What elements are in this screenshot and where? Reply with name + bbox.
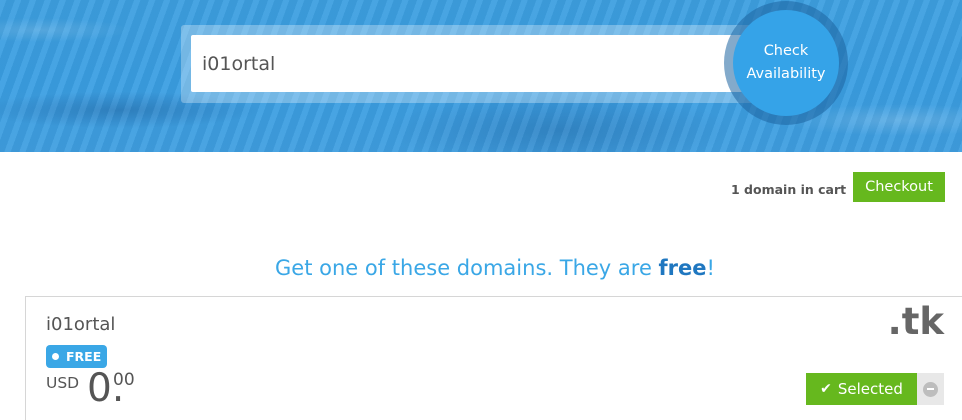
check-availability-label: Check Availability xyxy=(746,40,825,86)
result-tld: .tk xyxy=(887,300,944,343)
checkout-button[interactable]: Checkout xyxy=(853,172,945,202)
result-domain-name: i01ortal xyxy=(46,314,116,335)
free-badge-label: FREE xyxy=(66,349,102,364)
free-domains-headline: Get one of these domains. They are free! xyxy=(0,256,962,280)
check-label-line1: Check xyxy=(763,43,809,59)
headline-free-word: free xyxy=(658,256,707,280)
price-cents: 00 xyxy=(113,370,135,390)
check-availability-button[interactable]: Check Availability xyxy=(733,10,839,116)
remove-domain-button[interactable] xyxy=(917,373,944,405)
headline-exclamation: ! xyxy=(706,256,715,280)
cart-summary: 1 domain in cart xyxy=(731,182,847,197)
selected-button[interactable]: ✔ Selected xyxy=(806,373,917,405)
selected-label: Selected xyxy=(837,380,903,398)
dot-icon xyxy=(52,353,59,360)
domain-search-input[interactable] xyxy=(191,35,751,92)
free-badge: FREE xyxy=(46,345,107,368)
check-icon: ✔ xyxy=(820,381,832,397)
minus-circle-icon xyxy=(923,381,938,397)
headline-text: Get one of these domains. They are xyxy=(275,256,659,280)
price-currency: USD xyxy=(46,374,80,392)
check-label-line2: Availability xyxy=(746,66,826,82)
